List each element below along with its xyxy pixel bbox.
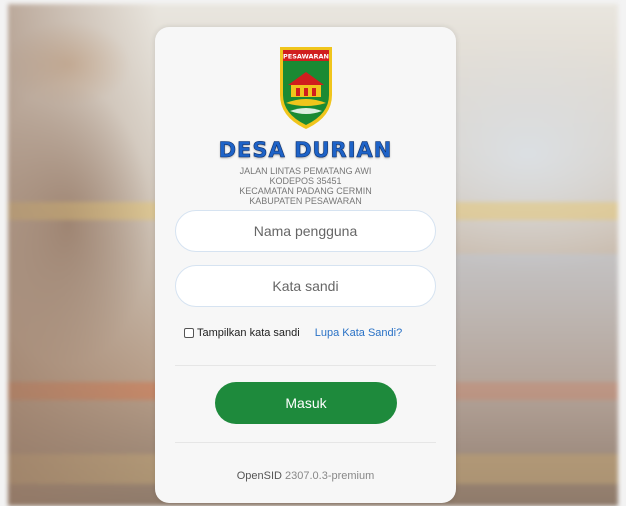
address-line: JALAN LINTAS PEMATANG AWI <box>239 166 372 176</box>
address-line: KODEPOS 35451 <box>269 176 342 186</box>
show-password-checkbox[interactable] <box>184 328 194 338</box>
footer-version-number: 2307.0.3-premium <box>285 470 375 482</box>
footer-brand: OpenSID <box>236 470 282 482</box>
login-card: PESAWARAN DESA DURIAN JALAN LINTAS PEMAT… <box>155 27 456 503</box>
address-line: KECAMATAN PADANG CERMIN <box>239 186 372 196</box>
username-input[interactable] <box>175 210 436 252</box>
login-button[interactable]: Masuk <box>215 382 397 424</box>
password-input[interactable] <box>175 265 436 307</box>
village-title: DESA DURIAN <box>218 138 393 163</box>
logo-banner-text: PESAWARAN <box>283 53 329 61</box>
password-options-row: Tampilkan kata sandi Lupa Kata Sandi? <box>184 326 402 340</box>
divider <box>175 442 436 443</box>
pesawaran-logo: PESAWARAN <box>280 47 332 129</box>
show-password-label[interactable]: Tampilkan kata sandi <box>197 327 300 339</box>
forgot-password-link[interactable]: Lupa Kata Sandi? <box>315 327 402 339</box>
footer-version: OpenSID 2307.0.3-premium <box>155 470 456 482</box>
village-address: JALAN LINTAS PEMATANG AWI KODEPOS 35451 … <box>155 166 456 206</box>
divider <box>175 365 436 366</box>
address-line: KABUPATEN PESAWARAN <box>249 196 362 206</box>
